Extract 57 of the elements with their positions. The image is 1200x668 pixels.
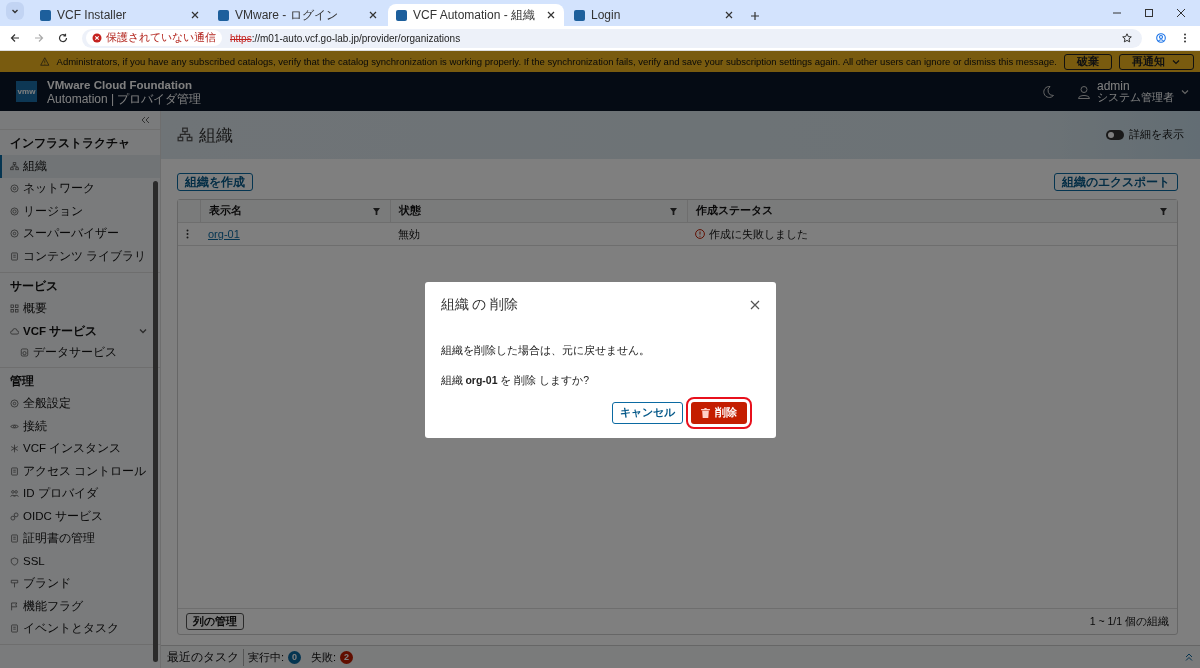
dismiss-button[interactable]: 破棄	[1064, 53, 1112, 70]
sidebar-item[interactable]: コンテンツ ライブラリ	[0, 245, 160, 268]
product-subtitle: Automation | プロバイダ管理	[47, 91, 202, 106]
section-heading: 管理	[9, 372, 35, 390]
toggle-label: 詳細を表示	[1129, 128, 1184, 142]
sidebar-item[interactable]: OIDC サービス	[0, 505, 160, 528]
sidebar-item[interactable]: ブランド	[0, 572, 160, 595]
sidebar-item[interactable]: イベントとタスク	[0, 617, 160, 640]
page-title: 組織	[199, 124, 233, 147]
sidebar-item[interactable]: スーパーバイザー	[0, 222, 160, 245]
browser-tab[interactable]: Login	[566, 4, 742, 26]
sidebar-item[interactable]: 機能フラグ	[0, 595, 160, 618]
cancel-button[interactable]: キャンセル	[611, 401, 683, 424]
running-count: 0	[288, 650, 302, 664]
sidebar-item[interactable]: 接続	[0, 415, 160, 438]
browser-tab[interactable]: VMware - ログイン	[210, 4, 386, 26]
browser-tab[interactable]: VCF Automation - 組織	[388, 4, 564, 26]
product-name: VMware Cloud Foundation	[47, 77, 194, 92]
sidebar-item[interactable]: アクセス コントロール	[0, 460, 160, 483]
sidebar-item[interactable]: 組織	[0, 155, 160, 178]
dialog-question: 組織 org-01 を 削除 しますか?	[440, 373, 591, 388]
dialog-message: 組織を削除した場合は、元に戻せません。	[440, 343, 651, 358]
row-count: 1 ~ 1/1 個の組織	[1089, 614, 1169, 629]
manage-columns-button[interactable]: 列の管理	[186, 613, 244, 630]
failed-label: 失敗:	[311, 649, 337, 665]
remind-button[interactable]: 再通知	[1119, 53, 1194, 70]
table-cell: 作成に失敗しました	[709, 226, 808, 242]
security-chip[interactable]: 保護されていない通信	[86, 30, 222, 46]
export-button[interactable]: 組織のエクスポート	[1054, 173, 1178, 191]
url-text[interactable]: https://m01-auto.vcf.go-lab.jp/provider/organizations	[230, 32, 461, 44]
logo: vmw	[16, 81, 37, 102]
dialog-title: 組織 の 削除	[440, 295, 518, 314]
sidebar-item[interactable]: 全般設定	[0, 392, 160, 415]
sidebar-item[interactable]: 証明書の管理	[0, 527, 160, 550]
org-link[interactable]: org-01	[208, 228, 240, 240]
sidebar-item[interactable]: ネットワーク	[0, 177, 160, 200]
user-name[interactable]: admin	[1097, 80, 1174, 92]
sidebar-item[interactable]: ID プロバイダ	[0, 482, 160, 505]
section-heading: サービス	[9, 277, 59, 295]
column-header[interactable]: 表示名	[209, 204, 242, 218]
sidebar-item[interactable]: リージョン	[0, 200, 160, 223]
sidebar-item[interactable]: 概要	[0, 297, 160, 320]
create-button[interactable]: 組織を作成	[177, 173, 253, 191]
sidebar-item[interactable]: VCF インスタンス	[0, 437, 160, 460]
sidebar-item[interactable]: VCF サービス	[0, 320, 160, 343]
column-header[interactable]: 作成ステータス	[696, 204, 773, 218]
sidebar-item[interactable]: SSL	[0, 550, 160, 573]
user-role: システム管理者	[1097, 91, 1174, 103]
section-heading: インフラストラクチャ	[9, 135, 131, 152]
banner-message: Administrators, if you have any subscribed catalogs, verify that the catalog synchronization is working properly. If the synchronization fails, verify and save your subscription settings again. All other users can ignore or dismiss this message.	[56, 56, 1057, 67]
running-label: 実行中:	[248, 649, 285, 665]
sidebar-item[interactable]: データサービス	[0, 342, 160, 363]
table-cell: 無効	[398, 226, 420, 242]
browser-tab[interactable]: VCF Installer	[32, 4, 208, 26]
tasks-title[interactable]: 最近のタスク	[167, 648, 244, 666]
failed-count: 2	[340, 650, 354, 664]
column-header[interactable]: 状態	[399, 204, 421, 218]
